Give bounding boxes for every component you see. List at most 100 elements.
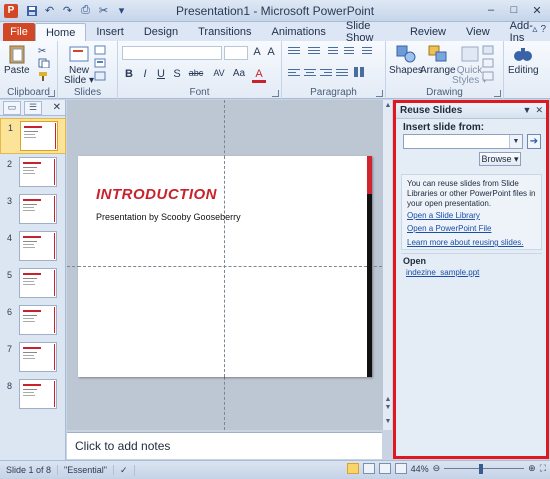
- zoom-level[interactable]: 44%: [411, 464, 429, 474]
- help-icon[interactable]: ?: [540, 24, 546, 35]
- slide-subtitle[interactable]: Presentation by Scooby Gooseberry: [96, 212, 241, 222]
- font-name-combo[interactable]: [122, 46, 222, 60]
- slide-thumbnail-preview: [19, 379, 57, 409]
- insert-dropdown-icon[interactable]: ▼: [509, 135, 522, 148]
- outline-tab[interactable]: ☰: [24, 100, 42, 115]
- open-powerpoint-file-link[interactable]: Open a PowerPoint File: [407, 224, 492, 233]
- reset-icon[interactable]: [94, 58, 106, 68]
- normal-view-icon[interactable]: [346, 463, 359, 474]
- insert-slide-from-input[interactable]: ▼: [403, 134, 523, 149]
- save-icon[interactable]: [24, 3, 39, 18]
- powerpoint-app-icon[interactable]: P: [4, 3, 18, 18]
- editing-button[interactable]: Editing: [508, 44, 539, 76]
- tab-transitions[interactable]: Transitions: [188, 23, 261, 41]
- slide-sorter-view-icon[interactable]: [362, 463, 375, 474]
- slide-thumbnail[interactable]: 1: [0, 118, 66, 154]
- pane-options-icon[interactable]: ▼: [523, 105, 532, 116]
- font-launcher[interactable]: [272, 90, 279, 97]
- paragraph-icons[interactable]: [288, 45, 380, 89]
- shape-effects-icon[interactable]: [482, 71, 494, 81]
- tab-review[interactable]: Review: [400, 23, 456, 41]
- slide-thumbnail[interactable]: 2: [0, 155, 66, 191]
- notes-pane[interactable]: Click to add notes: [67, 432, 382, 459]
- tab-insert[interactable]: Insert: [86, 23, 134, 41]
- zoom-in-icon[interactable]: ⊕: [528, 463, 536, 474]
- paragraph-launcher[interactable]: [376, 90, 383, 97]
- slides-pane-close-icon[interactable]: ✕: [53, 102, 61, 113]
- spell-check-icon[interactable]: ✓: [114, 464, 135, 476]
- bold-button[interactable]: B: [122, 68, 136, 80]
- zoom-out-icon[interactable]: ⊖: [433, 463, 441, 474]
- cut-small-icon[interactable]: ✂: [38, 45, 50, 55]
- tab-file[interactable]: File: [3, 23, 35, 41]
- slide-show-view-icon[interactable]: [394, 463, 407, 474]
- go-arrow-button[interactable]: ➔: [527, 134, 541, 149]
- clipboard-launcher[interactable]: [48, 90, 55, 97]
- tab-home[interactable]: Home: [34, 23, 87, 41]
- tab-animations[interactable]: Animations: [261, 23, 335, 41]
- shadow-button[interactable]: S: [170, 68, 184, 80]
- arrange-button[interactable]: Arrange: [420, 44, 456, 76]
- learn-more-link[interactable]: Learn more about reusing slides.: [407, 238, 524, 247]
- italic-button[interactable]: I: [138, 68, 152, 80]
- close-button[interactable]: ✕: [526, 2, 548, 18]
- reuse-slides-title: Reuse Slides: [400, 105, 463, 116]
- shapes-button[interactable]: Shapes: [389, 44, 423, 76]
- new-slide-button[interactable]: New Slide ▾: [64, 44, 94, 86]
- slide-thumbnail[interactable]: 4: [0, 229, 66, 265]
- current-slide[interactable]: INTRODUCTION Presentation by Scooby Goos…: [78, 156, 372, 377]
- slides-tab[interactable]: ▭: [3, 100, 21, 115]
- window-controls: – □ ✕: [480, 2, 548, 18]
- shape-outline-icon[interactable]: [482, 58, 494, 68]
- strikethrough-button[interactable]: abc: [186, 68, 206, 78]
- minimize-ribbon-icon[interactable]: ▵: [532, 24, 537, 35]
- drawing-launcher[interactable]: [494, 90, 501, 97]
- minimize-button[interactable]: –: [480, 2, 502, 18]
- format-painter-icon[interactable]: [38, 71, 50, 81]
- redo-icon[interactable]: ↷: [60, 3, 75, 18]
- view-controls: 44% ⊖ ⊕ ⛶: [346, 463, 546, 474]
- pane-close-icon[interactable]: ✕: [535, 105, 543, 116]
- slide-thumbnail[interactable]: 3: [0, 192, 66, 228]
- copy-icon[interactable]: [38, 58, 50, 68]
- slide-thumbnail[interactable]: 6: [0, 303, 66, 339]
- slide-number: 4: [7, 233, 13, 243]
- browse-button[interactable]: Browse ▾: [479, 152, 521, 166]
- undo-icon[interactable]: ↶: [42, 3, 57, 18]
- tab-slide-show[interactable]: Slide Show: [336, 20, 400, 44]
- slides-label: Slides: [73, 87, 102, 98]
- section-icon[interactable]: [94, 71, 106, 81]
- shrink-font-icon[interactable]: A: [264, 46, 278, 58]
- maximize-button[interactable]: □: [503, 2, 525, 18]
- font-size-combo[interactable]: [224, 46, 248, 60]
- customize-qat-icon[interactable]: ▾: [114, 3, 129, 18]
- tab-view[interactable]: View: [456, 23, 500, 41]
- font-color-button[interactable]: A: [252, 68, 266, 83]
- slide-thumbnail[interactable]: 8: [0, 377, 66, 413]
- open-slide-library-link[interactable]: Open a Slide Library: [407, 211, 480, 220]
- vertical-scrollbar[interactable]: ▲ ▲ ▼ ▼: [382, 100, 392, 430]
- reading-view-icon[interactable]: [378, 463, 391, 474]
- underline-button[interactable]: U: [154, 68, 168, 80]
- zoom-slider[interactable]: [444, 463, 525, 474]
- scroll-down-icon[interactable]: ▼: [383, 418, 393, 425]
- scroll-up-icon[interactable]: ▲: [383, 102, 393, 109]
- recent-file-link[interactable]: indezine_sample.ppt: [406, 268, 479, 277]
- change-case-button[interactable]: Aa: [230, 68, 248, 79]
- zoom-slider-knob[interactable]: [479, 463, 484, 474]
- grow-font-icon[interactable]: A: [250, 46, 264, 58]
- cut-icon[interactable]: ✂: [96, 3, 111, 18]
- shape-fill-icon[interactable]: [482, 45, 494, 55]
- fit-to-window-icon[interactable]: ⛶: [540, 463, 546, 474]
- slide-thumbnail[interactable]: 5: [0, 266, 66, 302]
- slide-thumbnail[interactable]: 7: [0, 340, 66, 376]
- quick-access-toolbar: ↶ ↷ ⎙ ✂ ▾: [24, 3, 129, 18]
- char-spacing-button[interactable]: AV: [210, 68, 228, 78]
- paste-button[interactable]: Paste: [4, 44, 30, 76]
- layout-icon[interactable]: [94, 45, 106, 55]
- slide-title[interactable]: INTRODUCTION: [96, 186, 217, 203]
- tab-design[interactable]: Design: [134, 23, 188, 41]
- next-slide-icon[interactable]: ▼: [383, 404, 393, 411]
- previous-slide-icon[interactable]: ▲: [383, 396, 393, 403]
- print-icon[interactable]: ⎙: [78, 3, 93, 18]
